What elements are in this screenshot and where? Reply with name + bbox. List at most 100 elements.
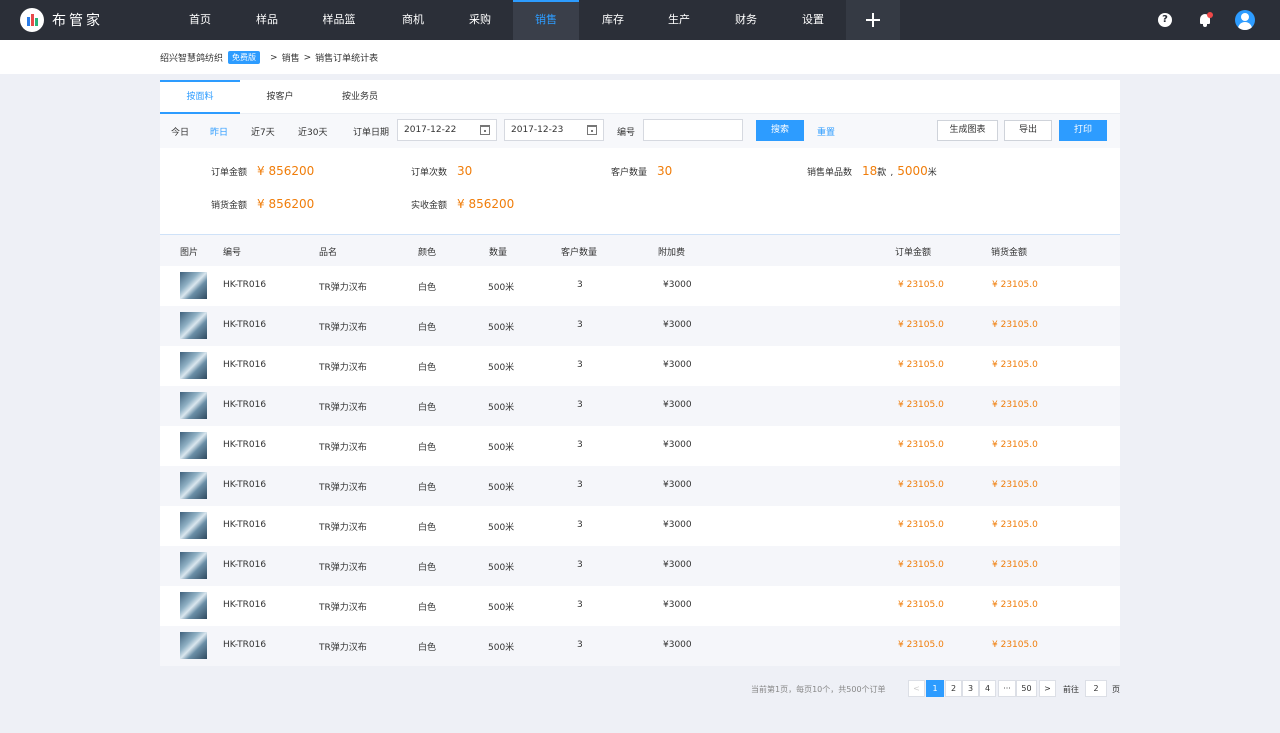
table-row[interactable]: HK-TR016 TR弹力汉布 白色 500米 3 ¥3000 ¥ 23105.0 ¥ 231… bbox=[160, 586, 1120, 626]
print-button[interactable]: 打印 bbox=[1059, 120, 1107, 141]
col-sales-amount: 销货金额 bbox=[991, 248, 1028, 258]
breadcrumb-current: 销售订单统计表 bbox=[315, 54, 379, 64]
prev-page-button[interactable]: < bbox=[908, 680, 925, 697]
cell-order-amount: ¥ 23105.0 bbox=[898, 320, 944, 330]
cell-color: 白色 bbox=[418, 323, 437, 333]
cell-qty: 500米 bbox=[488, 563, 515, 573]
date-from-input[interactable]: 2017-12-22 bbox=[397, 119, 497, 141]
code-input[interactable] bbox=[643, 119, 743, 141]
search-button[interactable]: 搜索 bbox=[756, 120, 804, 141]
filter-30days[interactable]: 近30天 bbox=[298, 125, 327, 138]
cell-code: HK-TR016 bbox=[223, 640, 267, 650]
page-button[interactable]: 4 bbox=[979, 680, 996, 697]
goto-page-input[interactable]: 2 bbox=[1085, 680, 1107, 697]
table-row[interactable]: HK-TR016 TR弹力汉布 白色 500米 3 ¥3000 ¥ 23105.0 ¥ 231… bbox=[160, 386, 1120, 426]
nav-item-1[interactable]: 样品 bbox=[234, 0, 300, 40]
breadcrumb-company[interactable]: 绍兴智慧鸽纺织 bbox=[160, 51, 223, 64]
page-button[interactable]: ··· bbox=[998, 680, 1016, 697]
cell-customers: 3 bbox=[577, 320, 583, 330]
table-row[interactable]: HK-TR016 TR弹力汉布 白色 500米 3 ¥3000 ¥ 23105.0 ¥ 231… bbox=[160, 546, 1120, 586]
nav-item-5[interactable]: 销售 bbox=[513, 0, 579, 40]
nav-item-7[interactable]: 生产 bbox=[646, 0, 712, 40]
col-surcharge: 附加费 bbox=[658, 248, 686, 258]
date-to-input[interactable]: 2017-12-23 bbox=[504, 119, 604, 141]
filter-today[interactable]: 今日 bbox=[171, 125, 189, 138]
cell-color: 白色 bbox=[418, 603, 437, 613]
help-icon[interactable]: ? bbox=[1158, 13, 1172, 27]
fabric-thumbnail[interactable] bbox=[180, 272, 207, 299]
nav-item-4[interactable]: 采购 bbox=[447, 0, 513, 40]
bell-icon[interactable] bbox=[1198, 12, 1213, 28]
nav-item-2[interactable]: 样品篮 bbox=[306, 0, 372, 40]
cell-surcharge: ¥3000 bbox=[663, 520, 692, 530]
cell-order-amount: ¥ 23105.0 bbox=[898, 600, 944, 610]
breadcrumb-bar: 绍兴智慧鸽纺织 免费版 > 销售 > 销售订单统计表 bbox=[0, 40, 1280, 74]
cell-sales-amount: ¥ 23105.0 bbox=[992, 400, 1038, 410]
fabric-thumbnail[interactable] bbox=[180, 432, 207, 459]
stat-received-amount: 实收金额 ¥ 856200 bbox=[411, 197, 515, 211]
fabric-thumbnail[interactable] bbox=[180, 392, 207, 419]
cell-name: TR弹力汉布 bbox=[319, 363, 367, 373]
cell-order-amount: ¥ 23105.0 bbox=[898, 360, 944, 370]
table-row[interactable]: HK-TR016 TR弹力汉布 白色 500米 3 ¥3000 ¥ 23105.0 ¥ 231… bbox=[160, 346, 1120, 386]
page-button[interactable]: 1 bbox=[926, 680, 944, 697]
col-name: 品名 bbox=[319, 248, 338, 258]
nav-item-8[interactable]: 财务 bbox=[713, 0, 779, 40]
tab-by-fabric[interactable]: 按面料 bbox=[160, 80, 240, 114]
table-row[interactable]: HK-TR016 TR弹力汉布 白色 500米 3 ¥3000 ¥ 23105.0 ¥ 231… bbox=[160, 426, 1120, 466]
cell-surcharge: ¥3000 bbox=[663, 640, 692, 650]
code-label: 编号 bbox=[617, 128, 636, 138]
table-row[interactable]: HK-TR016 TR弹力汉布 白色 500米 3 ¥3000 ¥ 23105.0 ¥ 231… bbox=[160, 266, 1120, 306]
cell-code: HK-TR016 bbox=[223, 440, 267, 450]
notification-dot bbox=[1207, 12, 1213, 18]
fabric-thumbnail[interactable] bbox=[180, 472, 207, 499]
breadcrumb-sales[interactable]: 销售 bbox=[282, 51, 300, 64]
cell-name: TR弹力汉布 bbox=[319, 483, 367, 493]
cell-name: TR弹力汉布 bbox=[319, 523, 367, 533]
page-button[interactable]: 50 bbox=[1016, 680, 1037, 697]
table-row[interactable]: HK-TR016 TR弹力汉布 白色 500米 3 ¥3000 ¥ 23105.0 ¥ 231… bbox=[160, 506, 1120, 546]
reset-button[interactable]: 重置 bbox=[817, 125, 835, 138]
tab-by-salesperson[interactable]: 按业务员 bbox=[320, 80, 400, 114]
table-row[interactable]: HK-TR016 TR弹力汉布 白色 500米 3 ¥3000 ¥ 23105.0 ¥ 231… bbox=[160, 626, 1120, 666]
filter-yesterday[interactable]: 昨日 bbox=[210, 125, 228, 138]
user-avatar-icon[interactable] bbox=[1235, 10, 1255, 30]
logo[interactable]: 布管家 bbox=[20, 8, 103, 32]
cell-code: HK-TR016 bbox=[223, 560, 267, 570]
next-page-button[interactable]: > bbox=[1039, 680, 1056, 697]
nav-item-9[interactable]: 设置 bbox=[780, 0, 846, 40]
cell-customers: 3 bbox=[577, 280, 583, 290]
cell-qty: 500米 bbox=[488, 283, 515, 293]
nav-item-0[interactable]: 首页 bbox=[167, 0, 233, 40]
filter-7days[interactable]: 近7天 bbox=[251, 125, 275, 138]
fabric-thumbnail[interactable] bbox=[180, 632, 207, 659]
cell-surcharge: ¥3000 bbox=[663, 360, 692, 370]
cell-sales-amount: ¥ 23105.0 bbox=[992, 520, 1038, 530]
page-button[interactable]: 3 bbox=[962, 680, 979, 697]
table-row[interactable]: HK-TR016 TR弹力汉布 白色 500米 3 ¥3000 ¥ 23105.0 ¥ 231… bbox=[160, 466, 1120, 506]
calendar-icon[interactable] bbox=[587, 125, 597, 135]
export-button[interactable]: 导出 bbox=[1004, 120, 1052, 141]
cell-sales-amount: ¥ 23105.0 bbox=[992, 640, 1038, 650]
fabric-thumbnail[interactable] bbox=[180, 512, 207, 539]
col-qty: 数量 bbox=[489, 248, 508, 258]
plus-icon[interactable] bbox=[846, 0, 900, 40]
cell-sales-amount: ¥ 23105.0 bbox=[992, 440, 1038, 450]
tab-bar: 按面料 按客户 按业务员 bbox=[160, 80, 1120, 114]
fabric-thumbnail[interactable] bbox=[180, 552, 207, 579]
tab-by-customer[interactable]: 按客户 bbox=[240, 80, 320, 114]
goto-label: 前往 bbox=[1063, 685, 1079, 694]
fabric-thumbnail[interactable] bbox=[180, 352, 207, 379]
breadcrumb: 绍兴智慧鸽纺织 免费版 > 销售 > 销售订单统计表 bbox=[160, 51, 379, 64]
cell-order-amount: ¥ 23105.0 bbox=[898, 440, 944, 450]
cell-qty: 500米 bbox=[488, 363, 515, 373]
table-row[interactable]: HK-TR016 TR弹力汉布 白色 500米 3 ¥3000 ¥ 23105.0 ¥ 231… bbox=[160, 306, 1120, 346]
nav-item-6[interactable]: 库存 bbox=[580, 0, 646, 40]
cell-code: HK-TR016 bbox=[223, 520, 267, 530]
calendar-icon[interactable] bbox=[480, 125, 490, 135]
nav-item-3[interactable]: 商机 bbox=[380, 0, 446, 40]
generate-chart-button[interactable]: 生成图表 bbox=[937, 120, 998, 141]
fabric-thumbnail[interactable] bbox=[180, 312, 207, 339]
fabric-thumbnail[interactable] bbox=[180, 592, 207, 619]
page-button[interactable]: 2 bbox=[945, 680, 962, 697]
